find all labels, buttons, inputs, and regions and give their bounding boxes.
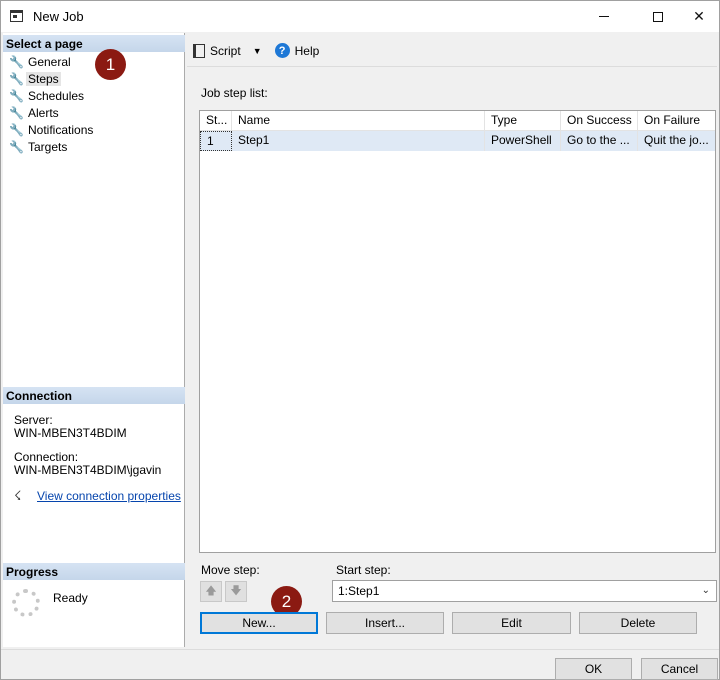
toolbar: Script ▼ ? Help bbox=[187, 35, 717, 67]
progress-header: Progress bbox=[3, 563, 185, 580]
wrench-icon: 🔧 bbox=[9, 139, 24, 154]
minimize-icon bbox=[599, 16, 609, 17]
move-up-button[interactable]: 🡅 bbox=[200, 581, 222, 602]
delete-button[interactable]: Delete bbox=[579, 612, 697, 634]
connection-properties-icon: ☇ bbox=[14, 488, 22, 503]
wrench-icon: 🔧 bbox=[9, 88, 24, 103]
minimize-button[interactable] bbox=[581, 1, 627, 32]
help-button[interactable]: ? Help bbox=[274, 43, 320, 58]
page-item-label: Targets bbox=[28, 139, 68, 154]
script-button[interactable]: Script ▼ bbox=[193, 43, 265, 58]
grid-header: St... Name Type On Success On Failure bbox=[200, 111, 715, 131]
start-step-select[interactable]: 1:Step1 ⌄ bbox=[332, 580, 717, 602]
page-list: 🔧 General 🔧 Steps 🔧 Schedules 🔧 Alerts 🔧… bbox=[9, 53, 93, 155]
connection-info: Server: WIN-MBEN3T4BDIM Connection: WIN-… bbox=[14, 414, 161, 477]
page-item-label: General bbox=[28, 54, 71, 69]
column-header-on-failure[interactable]: On Failure bbox=[638, 111, 715, 131]
script-label: Script bbox=[210, 43, 241, 58]
job-step-grid[interactable]: St... Name Type On Success On Failure 1 … bbox=[199, 110, 716, 553]
new-job-window: New Job ✕ Select a page 🔧 General 🔧 Step… bbox=[0, 0, 720, 680]
wrench-icon: 🔧 bbox=[9, 54, 24, 69]
start-step-label: Start step: bbox=[336, 563, 391, 577]
start-step-value: 1:Step1 bbox=[338, 584, 380, 598]
cell-on-failure: Quit the jo... bbox=[644, 133, 709, 147]
page-item-notifications[interactable]: 🔧 Notifications bbox=[9, 121, 93, 138]
arrow-up-icon: 🡅 bbox=[205, 585, 217, 597]
table-row[interactable]: 1 Step1 PowerShell Go to the ... Quit th… bbox=[200, 131, 715, 151]
script-dropdown-icon[interactable]: ▼ bbox=[253, 46, 262, 56]
wrench-icon: 🔧 bbox=[9, 122, 24, 137]
page-item-label: Alerts bbox=[28, 105, 59, 120]
page-item-general[interactable]: 🔧 General bbox=[9, 53, 93, 70]
window-title: New Job bbox=[33, 9, 84, 24]
help-icon: ? bbox=[274, 43, 290, 58]
view-connection-properties-link[interactable]: View connection properties bbox=[37, 489, 181, 503]
move-step-label: Move step: bbox=[201, 563, 260, 577]
server-value: WIN-MBEN3T4BDIM bbox=[14, 426, 127, 440]
connection-header: Connection bbox=[3, 387, 185, 404]
column-header-type[interactable]: Type bbox=[485, 111, 561, 131]
column-header-step[interactable]: St... bbox=[200, 111, 232, 131]
arrow-down-icon: 🡇 bbox=[230, 585, 242, 597]
script-icon bbox=[193, 43, 205, 58]
insert-button[interactable]: Insert... bbox=[326, 612, 444, 634]
page-item-alerts[interactable]: 🔧 Alerts bbox=[9, 104, 93, 121]
maximize-icon bbox=[653, 11, 663, 22]
close-button[interactable]: ✕ bbox=[679, 1, 719, 32]
title-bar: New Job ✕ bbox=[1, 1, 719, 32]
view-connection-row: ☇ View connection properties bbox=[14, 488, 181, 504]
page-item-schedules[interactable]: 🔧 Schedules bbox=[9, 87, 93, 104]
cancel-button[interactable]: Cancel bbox=[641, 658, 718, 680]
maximize-button[interactable] bbox=[635, 1, 681, 32]
page-item-label: Steps bbox=[26, 71, 61, 86]
left-pane: Select a page 🔧 General 🔧 Steps 🔧 Schedu… bbox=[3, 33, 185, 647]
wrench-icon: 🔧 bbox=[9, 71, 24, 86]
cell-step: 1 bbox=[200, 131, 232, 151]
ok-button[interactable]: OK bbox=[555, 658, 632, 680]
column-header-on-success[interactable]: On Success bbox=[561, 111, 638, 131]
page-item-label: Schedules bbox=[28, 88, 85, 103]
page-item-label: Notifications bbox=[28, 122, 94, 137]
chevron-down-icon: ⌄ bbox=[701, 585, 710, 596]
app-icon bbox=[10, 10, 23, 22]
new-button[interactable]: New... bbox=[200, 612, 318, 634]
select-page-header: Select a page bbox=[3, 35, 185, 52]
move-down-button[interactable]: 🡇 bbox=[225, 581, 247, 602]
close-icon: ✕ bbox=[693, 8, 705, 24]
progress-spinner-icon bbox=[12, 589, 40, 617]
page-item-targets[interactable]: 🔧 Targets bbox=[9, 138, 93, 155]
wrench-icon: 🔧 bbox=[9, 105, 24, 120]
edit-button[interactable]: Edit bbox=[452, 612, 571, 634]
column-header-name[interactable]: Name bbox=[232, 111, 485, 131]
job-step-list-label: Job step list: bbox=[201, 86, 268, 100]
page-item-steps[interactable]: 🔧 Steps bbox=[9, 70, 93, 87]
callout-badge-1: 1 bbox=[95, 49, 126, 80]
cell-name: Step1 bbox=[232, 131, 485, 151]
progress-status: Ready bbox=[53, 591, 88, 605]
connection-value: WIN-MBEN3T4BDIM\jgavin bbox=[14, 463, 162, 477]
footer-divider bbox=[1, 649, 719, 650]
cell-on-success: Go to the ... bbox=[561, 131, 638, 151]
cell-type: PowerShell bbox=[485, 131, 561, 151]
help-label: Help bbox=[294, 43, 320, 58]
